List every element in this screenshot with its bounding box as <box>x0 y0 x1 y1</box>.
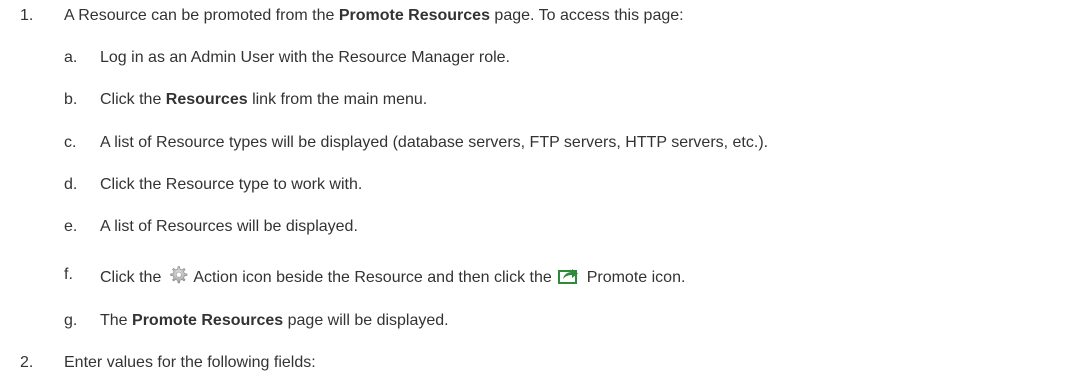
step-number: 2. <box>20 354 34 371</box>
substep-letter: a. <box>64 49 78 66</box>
substep-letter: d. <box>64 176 78 193</box>
substep-text: A list of Resources will be displayed. <box>100 218 358 235</box>
gear-icon <box>168 265 188 291</box>
step-text: Enter values for the following fields: <box>64 354 316 371</box>
substep-text: A list of Resource types will be display… <box>100 134 769 151</box>
substep-text: Click the Resources link from the main m… <box>100 91 428 108</box>
substep-letter: e. <box>64 218 78 235</box>
step-text: A Resource can be promoted from the Prom… <box>64 7 684 24</box>
substep-text: Click the Resource type to work with. <box>100 176 363 193</box>
substep-letter: c. <box>64 134 77 151</box>
bold-page-name: Promote Resources <box>338 7 490 24</box>
substep-text: Click the Action icon beside the Resourc… <box>100 265 685 291</box>
step-number: 1. <box>20 7 34 24</box>
substep-letter: g. <box>64 312 78 329</box>
promote-icon <box>558 265 580 291</box>
substep-text: The Promote Resources page will be displ… <box>100 312 449 329</box>
bold-link-name: Resources <box>165 91 248 108</box>
document-body: 1. A Resource can be promoted from the P… <box>0 0 1086 389</box>
bold-page-name: Promote Resources <box>132 312 284 329</box>
substep-letter: b. <box>64 91 78 108</box>
substep-letter: f. <box>64 266 73 283</box>
substep-text: Log in as an Admin User with the Resourc… <box>100 49 510 66</box>
